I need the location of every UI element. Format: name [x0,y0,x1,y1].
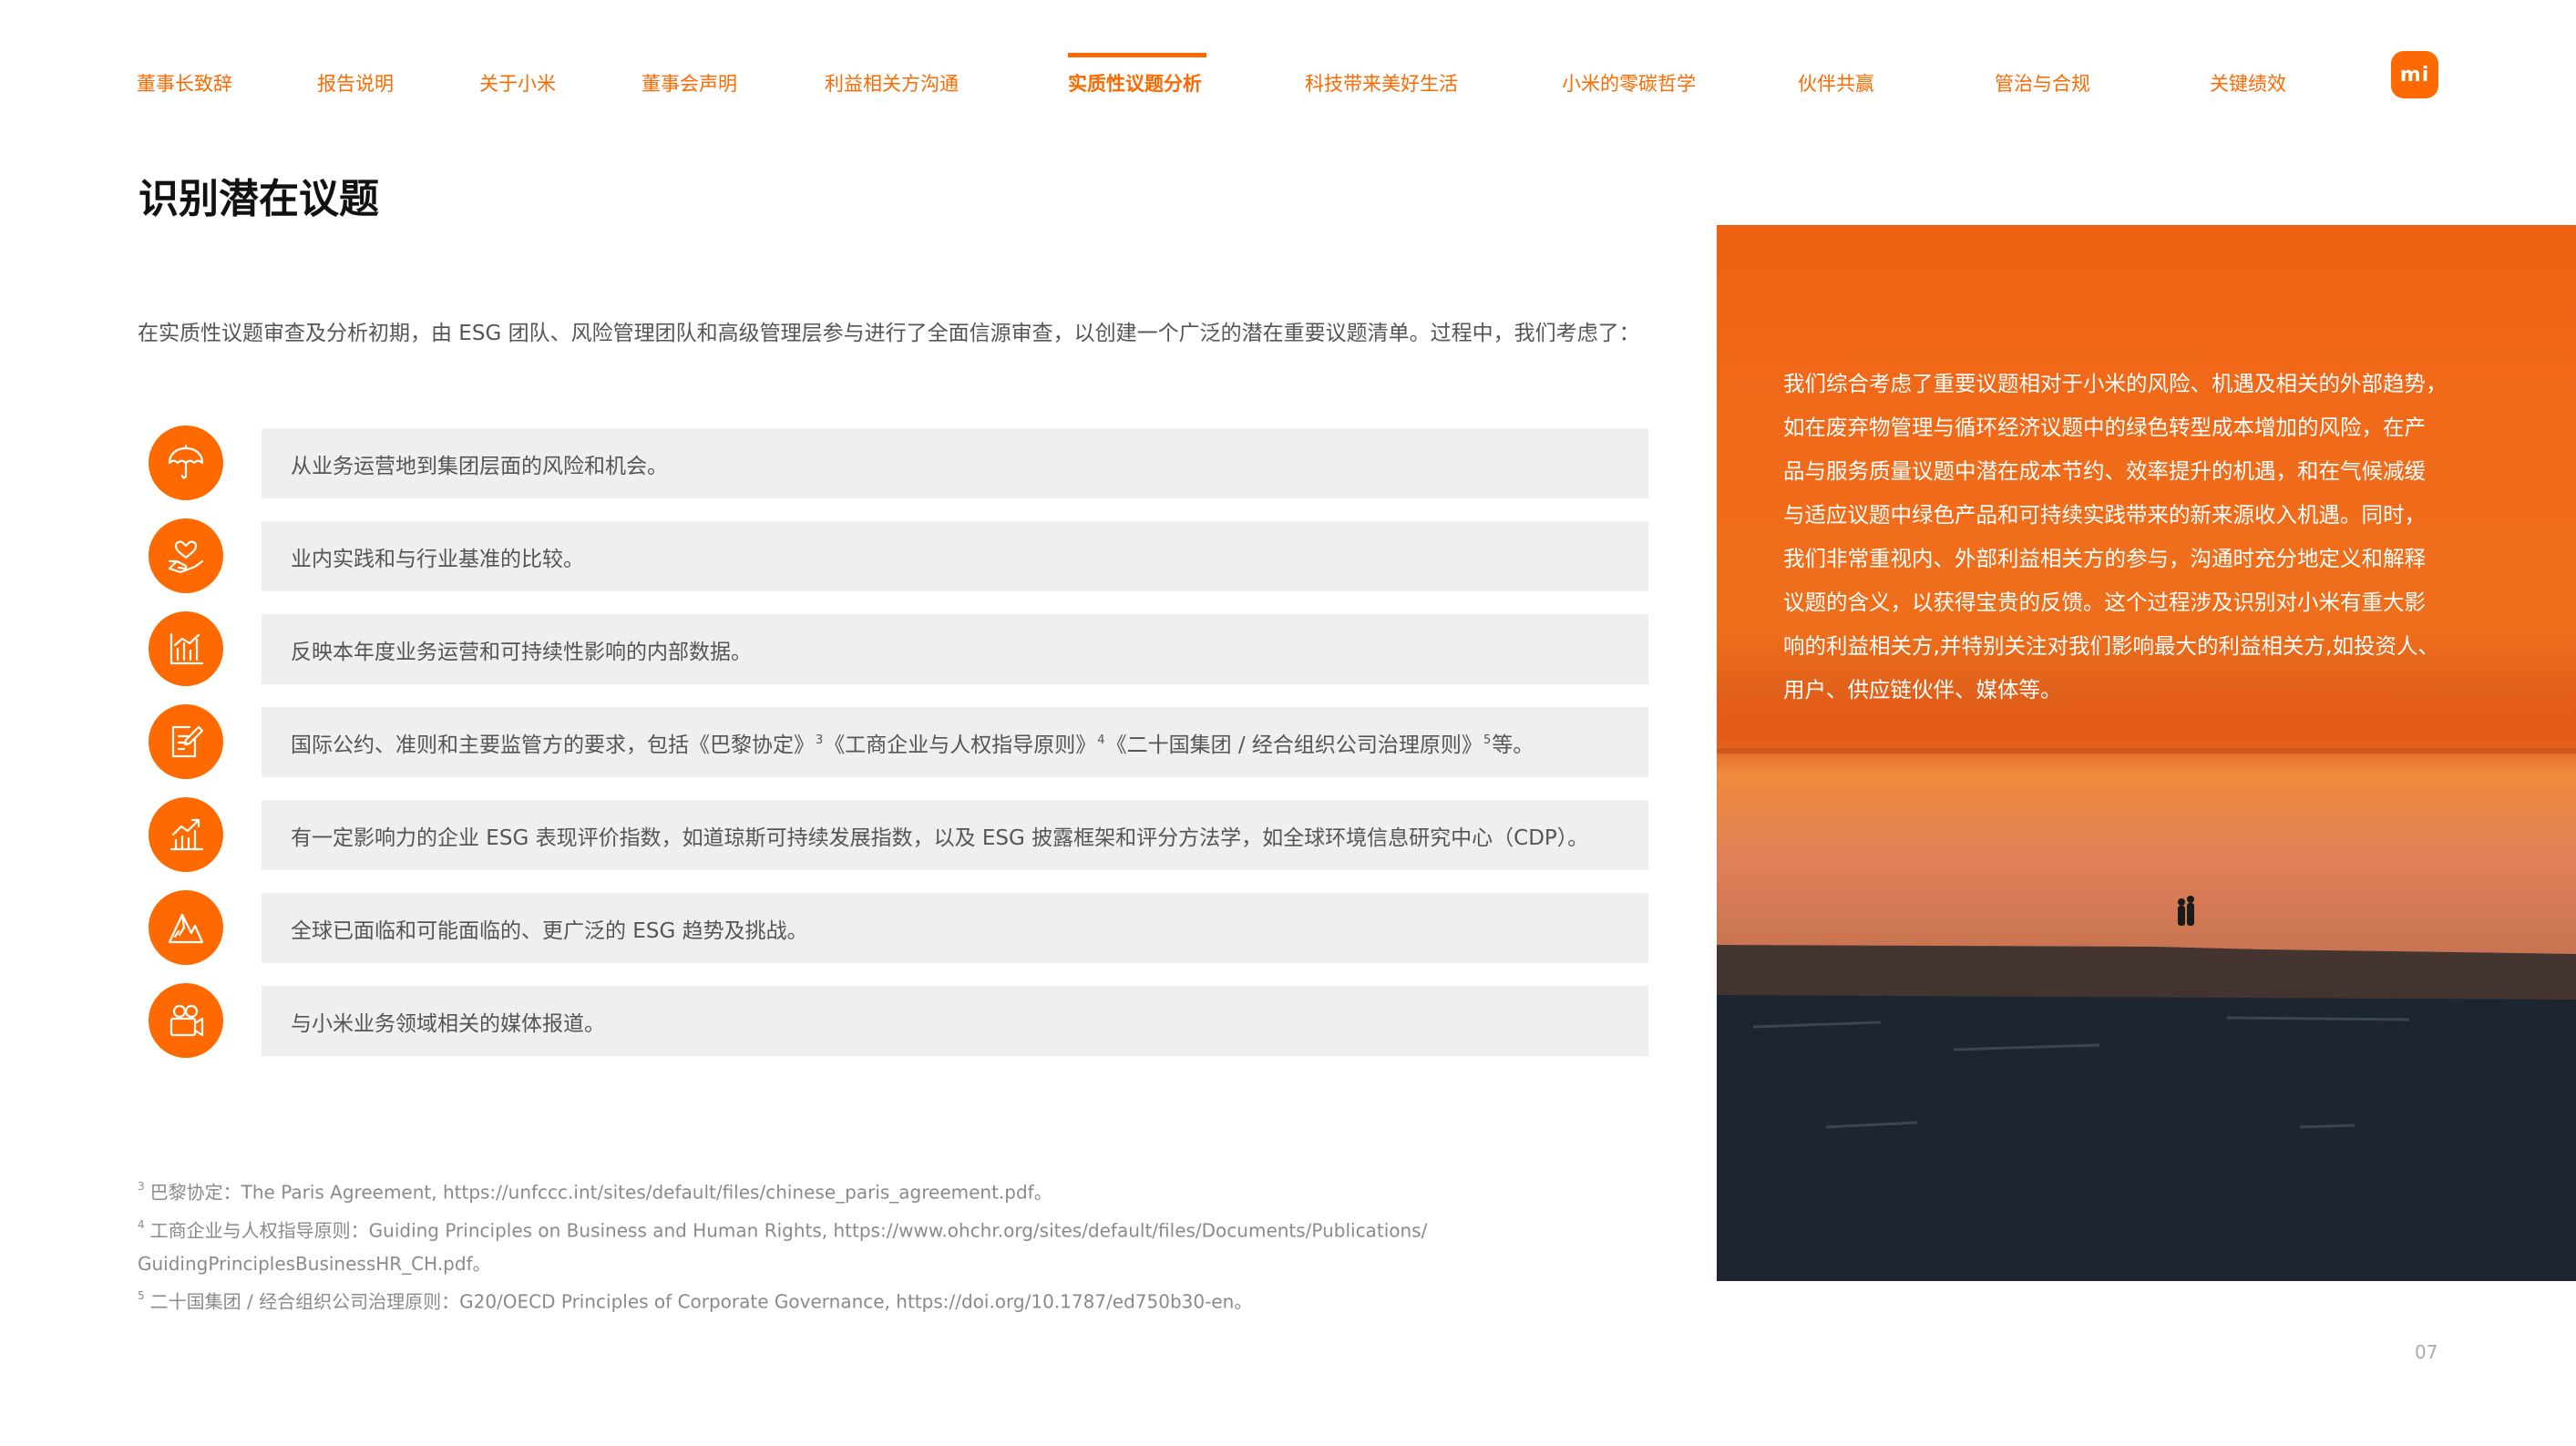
xiaomi-logo[interactable]: mi [2391,51,2438,98]
footnote: 5 二十国集团 / 经合组织公司治理原则：G20/OECD Principles … [138,1289,1253,1313]
list-item: 与小米业务领域相关的媒体报道。 [149,983,1649,1058]
trend-chart-icon [149,797,223,872]
top-navigation: 董事长致辞 报告说明 关于小米 董事会声明 利益相关方沟通 实质性议题分析 科技… [0,0,2576,118]
list-item: 反映本年度业务运营和可持续性影响的内部数据。 [149,611,1649,686]
footnote-continuation: GuidingPrinciplesBusinessHR_CH.pdf。 [138,1253,491,1276]
footnote: 3 巴黎协定：The Paris Agreement, https://unfcc… [138,1180,1052,1204]
nav-item-governance[interactable]: 管治与合规 [1995,69,2090,97]
heart-hand-icon [149,518,223,593]
active-tab-indicator [1068,53,1206,57]
nav-item-chairman-message[interactable]: 董事长致辞 [137,69,232,97]
list-item: 全球已面临和可能面临的、更广泛的 ESG 趋势及挑战。 [149,890,1649,965]
document-edit-icon [149,704,223,779]
list-item-text: 国际公约、准则和主要监管方的要求，包括《巴黎协定》 3 《工商企业与人权指导原则》 4… [262,707,1648,777]
list-item: 国际公约、准则和主要监管方的要求，包括《巴黎协定》 3 《工商企业与人权指导原则》 4… [149,704,1649,779]
nav-item-report-description[interactable]: 报告说明 [317,69,394,97]
page-title: 识别潜在议题 [139,176,379,222]
media-camera-icon [149,983,223,1058]
nav-item-about-xiaomi[interactable]: 关于小米 [479,69,556,97]
list-item-text: 有一定影响力的企业 ESG 表现评价指数，如道琼斯可持续发展指数，以及 ESG … [262,800,1648,870]
footnotes: 3 巴黎协定：The Paris Agreement, https://unfcc… [138,1172,1668,1319]
mountain-icon [149,890,223,965]
sunset-sea-photo: 我们综合考虑了重要议题相对于小米的风险、机遇及相关的外部趋势， 如在废弃物管理与… [1717,225,2576,1281]
list-item-text: 从业务运营地到集团层面的风险和机会。 [262,428,1648,498]
umbrella-icon [149,426,223,500]
footnote: 4 工商企业与人权指导原则：Guiding Principles on Busin… [138,1217,1428,1242]
list-item-text: 业内实践和与行业基准的比较。 [262,521,1648,591]
nav-item-board-statement[interactable]: 董事会声明 [641,69,737,97]
photo-overlay-text: 我们综合考虑了重要议题相对于小米的风险、机遇及相关的外部趋势， 如在废弃物管理与… [1783,371,2448,702]
page-number: 07 [2415,1341,2438,1363]
list-item: 从业务运营地到集团层面的风险和机会。 [149,426,1649,500]
nav-item-stakeholder-communication[interactable]: 利益相关方沟通 [825,69,959,97]
list-item-text: 反映本年度业务运营和可持续性影响的内部数据。 [262,614,1648,684]
nav-item-technology-better-life[interactable]: 科技带来美好生活 [1305,69,1458,97]
nav-item-partnership[interactable]: 伙伴共赢 [1798,69,1874,97]
list-item: 有一定影响力的企业 ESG 表现评价指数，如道琼斯可持续发展指数，以及 ESG … [149,797,1649,872]
intro-paragraph: 在实质性议题审查及分析初期，由 ESG 团队、风险管理团队和高级管理层参与进行了… [138,322,1640,345]
list-item-text: 与小米业务领域相关的媒体报道。 [262,986,1648,1056]
nav-item-materiality-analysis[interactable]: 实质性议题分析 [1068,69,1202,97]
list-item: 业内实践和与行业基准的比较。 [149,518,1649,593]
bar-chart-icon [149,611,223,686]
nav-item-key-performance[interactable]: 关键绩效 [2210,69,2286,97]
nav-item-zero-carbon[interactable]: 小米的零碳哲学 [1562,69,1696,97]
list-item-text: 全球已面临和可能面临的、更广泛的 ESG 趋势及挑战。 [262,893,1648,963]
